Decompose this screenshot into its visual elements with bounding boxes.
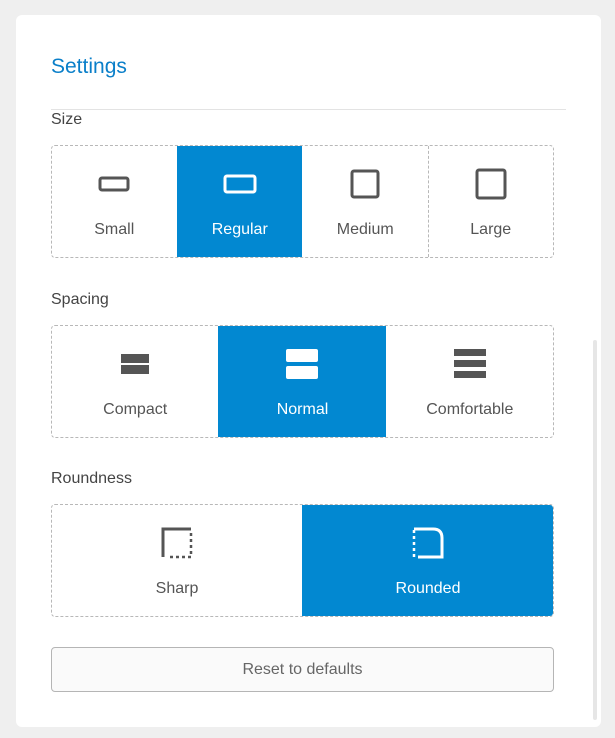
normal-rows-icon bbox=[282, 348, 322, 380]
spacing-option-comfortable[interactable]: Comfortable bbox=[386, 326, 553, 437]
small-rect-icon bbox=[94, 168, 134, 200]
scrollbar[interactable] bbox=[593, 340, 597, 720]
roundness-option-group: Sharp Rounded bbox=[51, 504, 554, 617]
size-option-group: Small Regular Medium Large bbox=[51, 145, 554, 258]
spacing-option-comfortable-label: Comfortable bbox=[426, 401, 514, 418]
spacing-option-normal-label: Normal bbox=[276, 401, 329, 418]
large-square-icon bbox=[471, 168, 511, 200]
compact-rows-icon bbox=[115, 348, 155, 380]
roundness-option-rounded[interactable]: Rounded bbox=[302, 505, 553, 616]
size-option-medium[interactable]: Medium bbox=[302, 146, 428, 257]
sharp-corner-icon bbox=[157, 527, 197, 559]
size-option-small[interactable]: Small bbox=[52, 146, 177, 257]
roundness-option-rounded-label: Rounded bbox=[395, 580, 461, 597]
spacing-option-compact[interactable]: Compact bbox=[52, 326, 218, 437]
roundness-option-sharp[interactable]: Sharp bbox=[52, 505, 302, 616]
regular-rect-icon bbox=[220, 168, 260, 200]
reset-to-defaults-button[interactable]: Reset to defaults bbox=[51, 647, 554, 692]
title-divider bbox=[51, 109, 566, 110]
size-section-label: Size bbox=[51, 111, 83, 128]
spacing-option-compact-label: Compact bbox=[103, 401, 168, 418]
roundness-section-label: Roundness bbox=[51, 470, 132, 487]
spacing-option-group: Compact Normal Comfortable bbox=[51, 325, 554, 438]
roundness-option-sharp-label: Sharp bbox=[155, 580, 199, 597]
spacing-option-normal[interactable]: Normal bbox=[218, 326, 386, 437]
size-option-large-label: Large bbox=[470, 221, 512, 238]
size-option-regular[interactable]: Regular bbox=[176, 146, 302, 257]
medium-square-icon bbox=[345, 168, 385, 200]
spacing-section-label: Spacing bbox=[51, 291, 109, 308]
size-option-large[interactable]: Large bbox=[427, 146, 554, 257]
settings-panel: Settings Size Small Regular Medium Large… bbox=[16, 15, 601, 727]
rounded-corner-icon bbox=[408, 527, 448, 559]
size-option-regular-label: Regular bbox=[211, 221, 268, 238]
panel-title: Settings bbox=[51, 55, 127, 78]
size-option-small-label: Small bbox=[94, 221, 135, 238]
size-option-medium-label: Medium bbox=[336, 221, 394, 238]
comfortable-rows-icon bbox=[450, 348, 490, 380]
